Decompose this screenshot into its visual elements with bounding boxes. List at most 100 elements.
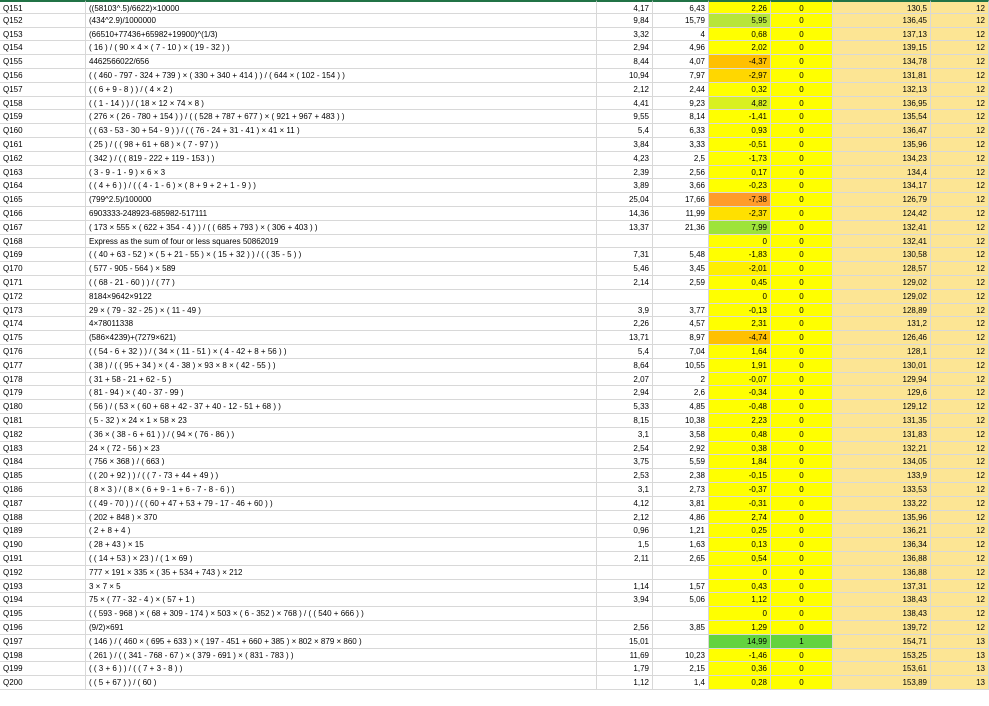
question-cell[interactable]: 3 × 7 × 5 [86,579,597,594]
level-cell[interactable]: 12 [931,165,989,180]
level-cell[interactable]: 12 [931,55,989,69]
level-cell[interactable]: 12 [931,96,989,111]
difference-cell[interactable]: 0,13 [709,538,771,552]
difference-cell[interactable]: 0,54 [709,552,771,566]
question-cell[interactable]: ( ( 1 - 14 ) ) / ( 18 × 12 × 74 × 8 ) [86,96,597,111]
level-cell[interactable]: 12 [931,151,989,166]
flag-cell[interactable]: 0 [771,82,833,97]
score-cell[interactable]: 134,17 [833,179,931,194]
score-cell[interactable]: 153,89 [833,676,931,690]
level-cell[interactable]: 13 [931,634,989,649]
level-cell[interactable]: 12 [931,483,989,497]
value-a-cell[interactable]: 8,64 [597,358,653,373]
row-id-cell[interactable]: Q185 [0,469,86,483]
level-cell[interactable]: 12 [931,455,989,470]
row-id-cell[interactable]: Q167 [0,220,86,235]
question-cell[interactable]: 75 × ( 77 - 32 - 4 ) × ( 57 + 1 ) [86,593,597,608]
row-id-cell[interactable]: Q198 [0,648,86,663]
difference-cell[interactable]: 2,02 [709,41,771,56]
row-id-cell[interactable]: Q171 [0,276,86,290]
value-a-cell[interactable]: 3,89 [597,179,653,194]
level-cell[interactable]: 12 [931,27,989,42]
value-a-cell[interactable]: 2,94 [597,41,653,56]
row-id-cell[interactable]: Q192 [0,565,86,580]
level-cell[interactable]: 12 [931,358,989,373]
score-cell[interactable]: 126,46 [833,331,931,345]
flag-cell[interactable]: 0 [771,96,833,111]
difference-cell[interactable]: 4,82 [709,96,771,111]
score-cell[interactable]: 154,71 [833,634,931,649]
question-cell[interactable]: ((58103^.5)/6622)×10000 [86,0,597,14]
value-b-cell[interactable]: 21,36 [653,220,709,235]
flag-cell[interactable]: 0 [771,621,833,635]
difference-cell[interactable]: 7,99 [709,220,771,235]
level-cell[interactable]: 12 [931,607,989,621]
row-id-cell[interactable]: Q189 [0,524,86,539]
question-cell[interactable]: 6903333-248923-685982-517111 [86,207,597,221]
level-cell[interactable]: 12 [931,621,989,635]
question-cell[interactable]: (9/2)×691 [86,621,597,635]
flag-cell[interactable]: 0 [771,496,833,511]
value-a-cell[interactable]: 3,1 [597,427,653,442]
difference-cell[interactable]: -1,73 [709,151,771,166]
row-id-cell[interactable]: Q176 [0,345,86,359]
value-b-cell[interactable]: 3,77 [653,303,709,318]
value-b-cell[interactable]: 3,58 [653,427,709,442]
difference-cell[interactable]: 2,31 [709,317,771,332]
value-a-cell[interactable]: 2,12 [597,510,653,525]
row-id-cell[interactable]: Q172 [0,289,86,304]
row-id-cell[interactable]: Q173 [0,303,86,318]
level-cell[interactable]: 12 [931,13,989,28]
level-cell[interactable]: 12 [931,179,989,194]
question-cell[interactable]: ( 16 ) / ( 90 × 4 × ( 7 - 10 ) × ( 19 - … [86,41,597,56]
value-a-cell[interactable]: 2,11 [597,552,653,566]
flag-cell[interactable]: 0 [771,179,833,194]
value-b-cell[interactable]: 5,48 [653,248,709,263]
flag-cell[interactable]: 0 [771,317,833,332]
value-b-cell[interactable]: 3,81 [653,496,709,511]
difference-cell[interactable]: -0,23 [709,179,771,194]
row-id-cell[interactable]: Q164 [0,179,86,194]
value-a-cell[interactable]: 4,23 [597,151,653,166]
score-cell[interactable]: 129,6 [833,386,931,401]
row-id-cell[interactable]: Q165 [0,193,86,207]
flag-cell[interactable]: 0 [771,400,833,414]
difference-cell[interactable]: 1,91 [709,358,771,373]
difference-cell[interactable]: -1,46 [709,648,771,663]
score-cell[interactable]: 132,13 [833,82,931,97]
row-id-cell[interactable]: Q170 [0,262,86,276]
question-cell[interactable]: ( ( 63 - 53 - 30 + 54 - 9 ) ) / ( ( 76 -… [86,124,597,138]
score-cell[interactable]: 131,35 [833,414,931,428]
question-cell[interactable]: ( 36 × ( 38 - 6 + 61 ) ) / ( 94 × ( 76 -… [86,427,597,442]
difference-cell[interactable]: -0,37 [709,483,771,497]
value-b-cell[interactable]: 4 [653,27,709,42]
level-cell[interactable]: 12 [931,276,989,290]
difference-cell[interactable]: 2,74 [709,510,771,525]
value-b-cell[interactable]: 2,6 [653,386,709,401]
value-a-cell[interactable]: 3,1 [597,483,653,497]
value-b-cell[interactable]: 4,86 [653,510,709,525]
value-a-cell[interactable]: 8,15 [597,414,653,428]
question-cell[interactable]: (586×4239)+(7279×621) [86,331,597,345]
level-cell[interactable]: 13 [931,648,989,663]
difference-cell[interactable]: -0,13 [709,303,771,318]
row-id-cell[interactable]: Q151 [0,0,86,14]
question-cell[interactable]: (434^2.9)/1000000 [86,13,597,28]
value-a-cell[interactable]: 9,84 [597,13,653,28]
value-a-cell[interactable]: 2,12 [597,82,653,97]
score-cell[interactable]: 135,96 [833,138,931,152]
value-b-cell[interactable]: 2,92 [653,441,709,456]
question-cell[interactable]: ( ( 460 - 797 - 324 + 739 ) × ( 330 + 34… [86,69,597,83]
row-id-cell[interactable]: Q181 [0,414,86,428]
value-a-cell[interactable]: 3,94 [597,593,653,608]
row-id-cell[interactable]: Q154 [0,41,86,56]
question-cell[interactable]: ( 577 - 905 - 564 ) × 589 [86,262,597,276]
score-cell[interactable]: 128,89 [833,303,931,318]
row-id-cell[interactable]: Q168 [0,234,86,249]
value-a-cell[interactable]: 2,26 [597,317,653,332]
value-a-cell[interactable]: 2,07 [597,372,653,387]
score-cell[interactable]: 129,02 [833,276,931,290]
row-id-cell[interactable]: Q178 [0,372,86,387]
flag-cell[interactable]: 0 [771,110,833,125]
difference-cell[interactable]: 0 [709,565,771,580]
